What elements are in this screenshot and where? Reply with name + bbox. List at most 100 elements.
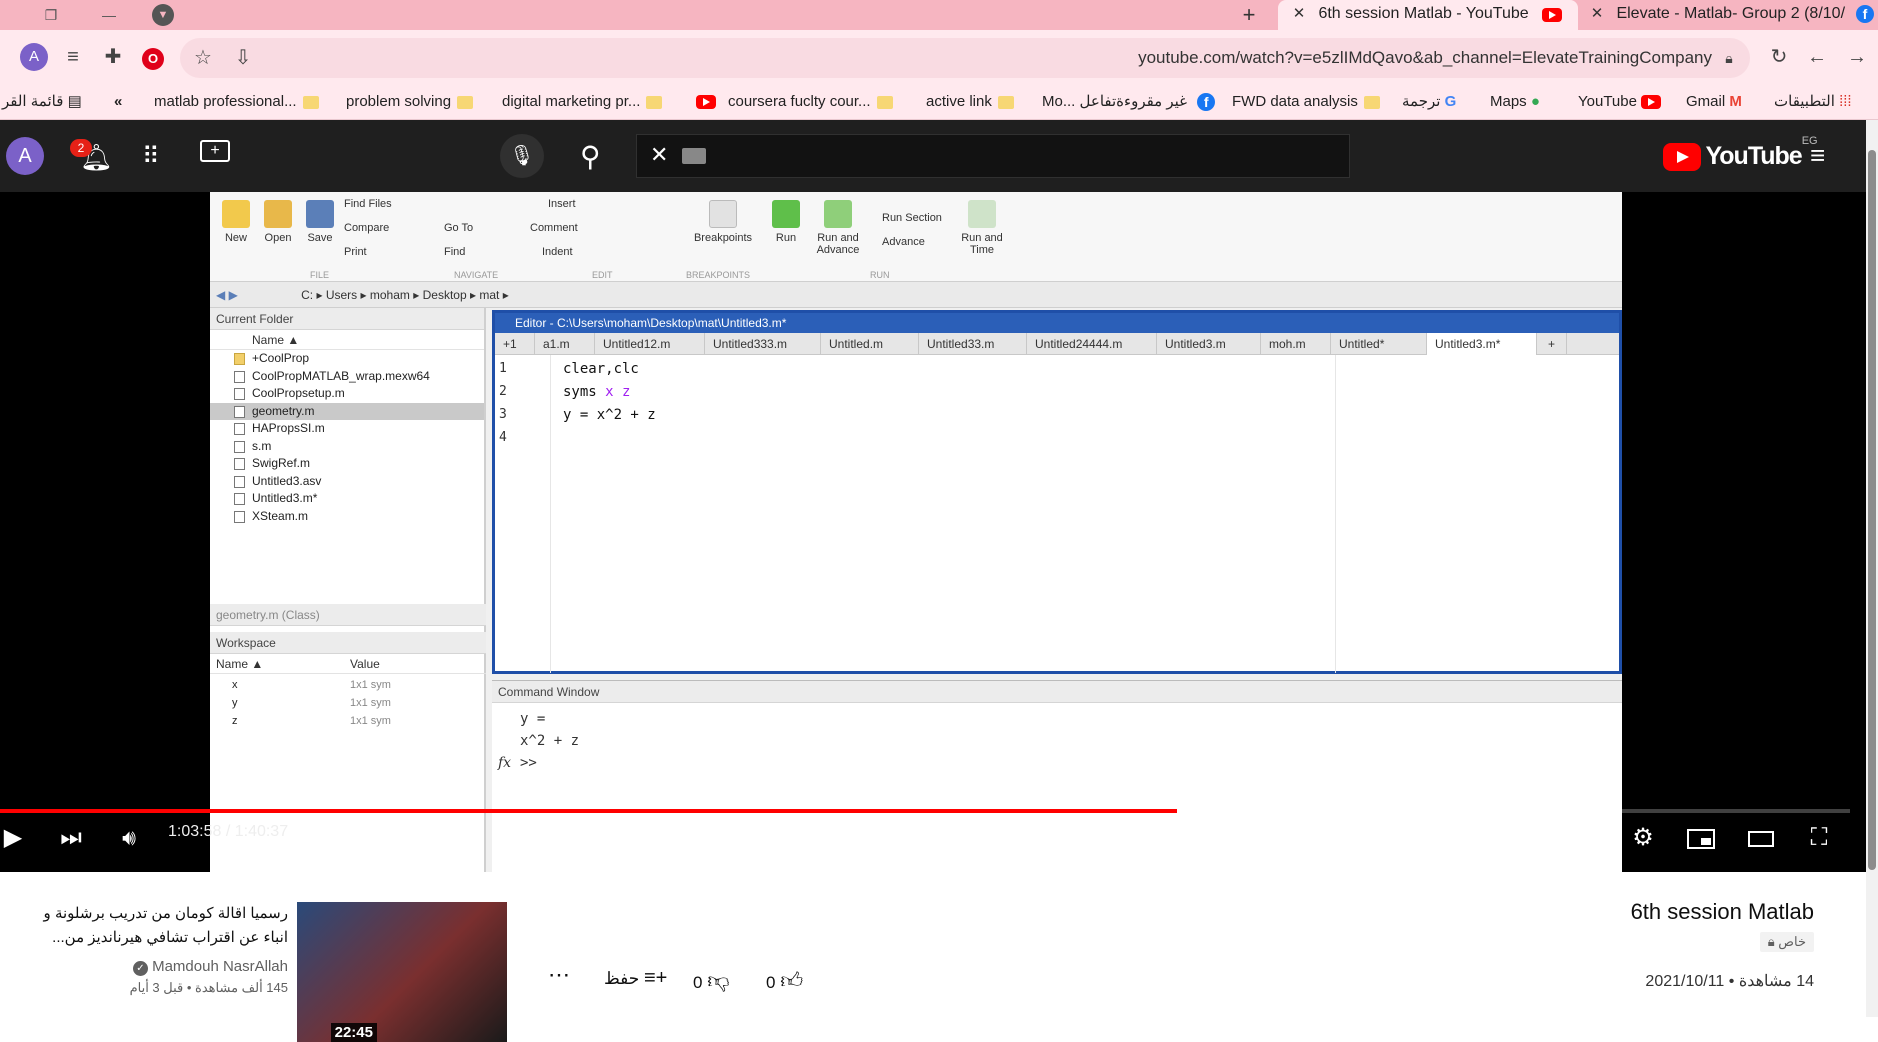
bookmark-item[interactable]: FWD data analysis [1232,92,1380,112]
current-folder-title: Current Folder [210,308,484,330]
video-player[interactable]: New Open Save Find Files Compare Print G… [0,192,1866,872]
file-row: SwigRef.m [210,455,484,473]
tab-search-icon[interactable]: ▼ [152,4,174,26]
lock-icon[interactable]: 🔒︎ [1712,41,1746,75]
apps-grid-icon[interactable]: ⠿ [142,142,160,171]
save-to-playlist-button[interactable]: حفظ ≡+ [604,967,667,990]
fullscreen-icon[interactable]: ⛶ [1802,818,1836,858]
menu-icon[interactable]: ≡ [1810,140,1825,171]
bookmarks-overflow-icon[interactable]: « [114,92,122,112]
bookmark-label: coursera fuclty cour... [728,93,871,110]
profile-avatar[interactable]: A [20,43,48,71]
bookmark-label: FWD data analysis [1232,93,1358,110]
youtube-favicon-icon [1542,8,1562,22]
bookmark-item[interactable]: coursera fuclty cour... [696,92,893,112]
bookmark-item[interactable]: digital marketing pr... [502,92,663,112]
search-input[interactable] [636,134,1350,178]
miniplayer-icon[interactable] [1684,818,1718,858]
voice-search-icon[interactable]: 🎙︎ [500,134,544,178]
reading-list[interactable]: قائمة القر ▤ [2,92,82,112]
recommended-channel[interactable]: ✓ Mamdouh NasrAllah [40,958,288,976]
path-segment: moham [369,288,410,302]
volume-icon[interactable]: 🔊︎ [114,818,144,858]
bookmark-item[interactable]: problem solving [346,92,474,112]
more-actions-icon[interactable]: ⋯ [548,962,570,988]
editor-tab: Untitled3.m [1157,333,1261,355]
editor-tab: a1.m [535,333,595,355]
youtube-icon [1641,95,1662,110]
workspace-row: z 1x1 sym [232,715,391,727]
editor-tab: Untitled24444.m [1027,333,1157,355]
scrollbar-thumb[interactable] [1868,150,1876,870]
back-icon[interactable]: ← [1800,40,1834,74]
bookmark-item[interactable]: Mo... غير مقروءةتفاعل f [1042,92,1216,112]
account-avatar[interactable]: A [6,137,44,175]
settings-gear-icon[interactable]: ⚙︎ [1626,818,1660,858]
save-label: حفظ [604,969,640,988]
file-icon [234,475,245,488]
bookmark-item[interactable]: YouTube [1578,92,1662,112]
facebook-favicon-icon: f [1856,5,1874,23]
thumbs-down-icon: 👎︎ [707,968,730,993]
matlab-editor: Editor - C:\Users\moham\Desktop\mat\Unti… [492,310,1622,674]
clear-search-icon[interactable]: ✕ [650,142,668,168]
advance-button: Advance [882,236,925,248]
page-scrollbar[interactable] [1866,120,1878,1017]
bookmark-item[interactable]: Gmail M [1686,92,1742,112]
lock-icon: 🔒︎ [1767,934,1775,949]
file-row: XSteam.m [210,508,484,526]
browser-tab-youtube[interactable]: ✕ 6th session Matlab - YouTube [1278,0,1578,30]
extensions-icon[interactable]: ✚ [96,40,130,74]
find-button: Find [444,246,466,258]
file-row: +CoolProp [210,350,484,368]
maps-pin-icon: ● [1530,93,1540,110]
file-icon [234,370,245,383]
bookmark-label: problem solving [346,93,452,110]
thumbs-up-icon: 👍︎ [780,968,804,993]
command-window-title: Command Window [492,681,1622,703]
command-output-line: x^2 + z [520,733,580,749]
keyboard-icon[interactable] [682,148,706,164]
path-segment: Users [325,288,358,302]
search-icon[interactable]: ⚲ [580,140,601,173]
time-display: 1:03:58 / 1:40:37 [168,823,289,840]
new-tab-button[interactable]: + [1238,4,1260,26]
bookmark-item[interactable]: Maps ● [1490,92,1540,112]
close-icon[interactable]: ✕ [1290,0,1308,28]
progress-bar[interactable] [0,809,1850,813]
recommended-video-title[interactable]: رسميا اقالة كومان من تدريب برشلونة و انب… [40,902,288,950]
bookmark-star-icon[interactable]: ☆ [186,41,220,75]
reload-icon[interactable]: ↻ [1762,40,1796,74]
restore-window-icon[interactable]: ❐ [40,4,62,26]
youtube-logo[interactable]: YouTubeEG [1663,135,1818,172]
bookmark-item[interactable]: matlab professional... [154,92,319,112]
bookmark-item[interactable]: active link [926,92,1014,112]
bookmarks-bar: قائمة القر ▤ « matlab professional... pr… [0,86,1878,120]
forward-icon[interactable]: → [1840,40,1874,74]
bookmark-item[interactable]: التطبيقات ⁞⁞⁞ [1774,92,1852,112]
notification-badge: 2 [70,139,92,157]
editor-tab: Untitled* [1331,333,1427,355]
dislike-button[interactable]: 0 👎︎ [693,967,730,994]
install-app-icon[interactable]: ⇩ [226,41,260,75]
compare-button: Compare [344,222,390,234]
code-line: y = x^2 + z [563,407,656,423]
address-bar[interactable]: ☆ ⇩ youtube.com/watch?v=e5zlIMdQavo&ab_c… [180,38,1750,78]
opera-extension-icon[interactable]: O [136,40,170,74]
editor-tab: Untitled.m [821,333,919,355]
play-icon[interactable]: ▶ [0,818,26,858]
command-output-line: y = [520,711,546,727]
recommended-video-thumbnail[interactable]: 22:45 [297,902,507,1042]
line-number: 3 [499,407,507,422]
bookmark-item[interactable]: ترجمة G [1402,92,1456,112]
theater-mode-icon[interactable] [1744,818,1778,858]
bookmark-label: YouTube [1578,93,1637,110]
like-button[interactable]: 0 👍︎ [766,967,803,994]
media-control-icon[interactable]: ≡ [56,40,90,74]
browser-tab-elevate[interactable]: ✕ Elevate - Matlab- Group 2 (8/10/ f [1580,0,1878,30]
minimize-window-icon[interactable]: — [98,4,120,26]
next-video-icon[interactable]: ⏭︎ [56,818,86,858]
close-icon[interactable]: ✕ [1588,0,1606,28]
create-video-icon[interactable]: + [200,140,230,162]
video-duration: 22:45 [330,1023,377,1042]
